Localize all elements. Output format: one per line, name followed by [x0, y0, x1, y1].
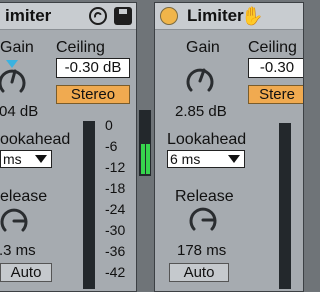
device-titlebar: imiter: [0, 3, 136, 30]
scale-tick: -24: [105, 201, 126, 217]
meter-scale: 0 -6 -12 -18 -24 -30 -36 -42: [105, 117, 135, 280]
scale-tick: 0: [105, 117, 113, 133]
ceiling-label: Ceiling: [56, 39, 105, 56]
chevron-down-icon: [35, 155, 47, 163]
ceiling-field[interactable]: -0.30 dB: [56, 58, 130, 78]
device-title: Limiter: [187, 6, 244, 25]
gain-label: Gain: [186, 39, 220, 56]
scale-tick: -6: [105, 138, 118, 154]
save-preset-icon[interactable]: [114, 7, 132, 25]
chevron-down-icon: [228, 155, 240, 163]
gain-value: 2.85 dB: [175, 103, 227, 120]
gain-marker-icon: [6, 60, 18, 68]
auto-release-button[interactable]: Auto: [0, 263, 52, 282]
gain-knob[interactable]: [185, 66, 215, 96]
release-knob[interactable]: [188, 205, 218, 235]
release-label: Release: [175, 188, 234, 205]
output-meter: [279, 123, 291, 289]
ceiling-field[interactable]: -0.30: [248, 58, 303, 78]
hot-swap-icon[interactable]: [89, 7, 107, 25]
scale-tick: -12: [105, 159, 126, 175]
auto-release-button[interactable]: Auto: [169, 263, 229, 282]
scale-tick: -30: [105, 222, 126, 238]
limiter-device-left: imiter Gain 04 dB Ceiling -0.30 dB Stere…: [0, 2, 137, 292]
gain-value: 04 dB: [0, 103, 39, 120]
device-titlebar: Limiter ✋: [155, 3, 303, 30]
lookahead-dropdown[interactable]: ms: [0, 150, 52, 168]
limiter-device-right: Limiter ✋ Gain 2.85 dB Ceiling -0.30 Ste…: [154, 2, 304, 292]
stereo-button[interactable]: Stere: [248, 85, 303, 104]
output-meter: [83, 121, 95, 289]
meter-bar-right: [146, 144, 150, 174]
release-value: 178 ms: [177, 242, 227, 259]
device-power-icon[interactable]: [160, 7, 178, 25]
scale-tick: -42: [105, 264, 126, 280]
release-label: elease: [0, 188, 48, 205]
lookahead-value: 6 ms: [170, 151, 201, 167]
release-knob[interactable]: [0, 206, 29, 236]
lookahead-value: ms: [3, 151, 22, 167]
gain-label: Gain: [0, 39, 34, 56]
input-level-meter: [139, 110, 151, 176]
stereo-button[interactable]: Stereo: [56, 85, 130, 104]
release-value: .3 ms: [0, 242, 36, 259]
lookahead-label: ookahead: [0, 131, 71, 148]
scale-tick: -36: [105, 243, 126, 259]
meter-bar-left: [141, 144, 145, 174]
device-title: imiter: [5, 6, 52, 25]
lookahead-dropdown[interactable]: 6 ms: [167, 150, 245, 168]
lookahead-label: Lookahead: [167, 131, 247, 148]
hand-icon[interactable]: ✋: [241, 6, 263, 26]
gain-knob[interactable]: [0, 67, 27, 97]
scale-tick: -18: [105, 180, 126, 196]
ceiling-label: Ceiling: [248, 39, 297, 56]
